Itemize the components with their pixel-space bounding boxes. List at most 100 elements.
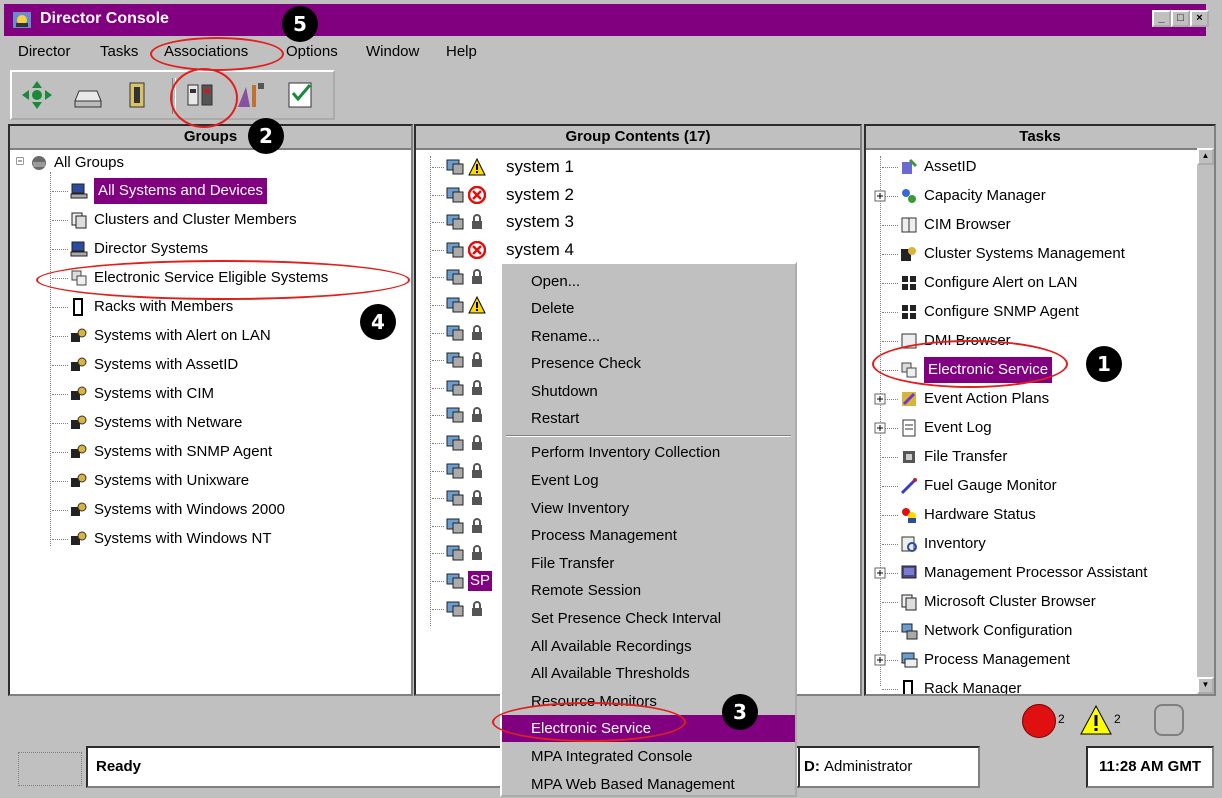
task-item-label: Electronic Service xyxy=(924,357,1053,383)
clock-time: 11:28 AM GMT xyxy=(1099,758,1201,775)
expand-plus-icon[interactable] xyxy=(874,422,886,434)
tree-connector xyxy=(52,452,68,453)
lock-icon xyxy=(472,517,482,533)
discover-icon[interactable] xyxy=(120,79,154,111)
menu-associations[interactable]: Associations xyxy=(164,43,248,60)
menu-separator xyxy=(506,435,791,438)
task-item-label: Inventory xyxy=(924,535,986,552)
expand-plus-icon[interactable] xyxy=(874,190,886,202)
context-menu-item-label: Process Management xyxy=(531,527,677,545)
tree-connector xyxy=(52,191,68,192)
scanner-icon[interactable] xyxy=(70,79,104,111)
expand-plus-icon[interactable] xyxy=(874,393,886,405)
critical-alert-icon[interactable] xyxy=(1022,704,1056,738)
context-menu-item[interactable]: Event Log xyxy=(502,467,795,494)
associations-icon[interactable] xyxy=(184,79,218,111)
system-row[interactable]: system 1 xyxy=(432,154,860,180)
server-icon xyxy=(446,159,464,175)
minimize-button[interactable]: _ xyxy=(1152,10,1171,27)
tree-connector xyxy=(432,608,444,610)
tree-connector xyxy=(52,423,68,424)
task-item-label: Management Processor Assistant xyxy=(924,564,1148,581)
system-row[interactable]: system 4 xyxy=(432,237,860,263)
error-icon xyxy=(468,185,486,204)
task-item-label: Rack Manager xyxy=(924,680,1022,696)
menu-tasks[interactable]: Tasks xyxy=(100,43,138,60)
context-menu-item[interactable]: Restart xyxy=(502,405,795,432)
message-alert-icon[interactable] xyxy=(1154,704,1184,736)
warning-alert-count: 2 xyxy=(1114,712,1121,726)
alert-on-lan-icon xyxy=(902,276,916,290)
rack-manager-icon xyxy=(903,680,913,694)
context-menu-item[interactable]: Open... xyxy=(502,268,795,295)
tree-connector xyxy=(882,341,898,342)
expand-plus-icon[interactable] xyxy=(874,654,886,666)
system-group-icon xyxy=(71,473,87,487)
warning-alert-icon[interactable] xyxy=(1080,704,1112,736)
context-menu-item[interactable]: Process Management xyxy=(502,522,795,549)
group-item-label: Director Systems xyxy=(94,240,209,257)
tree-connector xyxy=(432,360,444,362)
server-icon xyxy=(446,601,464,617)
user-field: D: Administrator xyxy=(798,746,980,788)
menu-director[interactable]: Director xyxy=(18,43,71,60)
tree-connector xyxy=(432,332,444,334)
director-app-icon xyxy=(13,12,31,28)
system-name: system 4 xyxy=(506,239,575,259)
context-menu-item[interactable]: Delete xyxy=(502,295,795,322)
system-row[interactable]: system 2 xyxy=(432,182,860,208)
server-icon xyxy=(446,352,464,368)
scroll-up-button[interactable]: ▲ xyxy=(1197,148,1214,165)
menu-options[interactable]: Options xyxy=(286,43,338,60)
tree-connector xyxy=(432,222,444,224)
context-menu-item[interactable]: Perform Inventory Collection xyxy=(502,439,795,466)
context-menu-item[interactable]: MPA Integrated Console xyxy=(502,743,795,770)
cluster-icon xyxy=(901,247,916,261)
tree-connector xyxy=(52,307,68,308)
context-menu-item[interactable]: Set Presence Check Interval xyxy=(502,605,795,632)
maximize-button[interactable]: □ xyxy=(1171,10,1190,27)
context-menu-item[interactable]: All Available Thresholds xyxy=(502,660,795,687)
context-menu-item[interactable]: File Transfer xyxy=(502,550,795,577)
collapse-minus-icon[interactable] xyxy=(16,157,28,169)
lock-icon xyxy=(472,600,482,616)
server-icon xyxy=(446,214,464,230)
title-bar[interactable]: Director Console _ □ × xyxy=(4,4,1209,36)
context-menu-item[interactable]: Remote Session xyxy=(502,577,795,604)
system-name: system 2 xyxy=(506,184,575,204)
lock-icon xyxy=(472,379,482,395)
tree-connector xyxy=(52,336,68,337)
move-arrows-icon[interactable] xyxy=(20,79,54,111)
system-group-icon xyxy=(71,386,87,400)
tree-connector xyxy=(432,443,444,444)
cluster-browser-icon xyxy=(901,594,917,611)
menu-window[interactable]: Window xyxy=(366,43,419,60)
context-menu-item[interactable]: Rename... xyxy=(502,323,795,350)
context-menu-item[interactable]: All Available Recordings xyxy=(502,633,795,660)
menu-bar: Director Tasks Associations Options Wind… xyxy=(4,38,1218,68)
context-menu-item-label: Resource Monitors xyxy=(531,692,657,710)
lock-icon xyxy=(472,352,482,368)
snmp-agent-icon xyxy=(902,305,916,319)
tasks-panel: Tasks AssetID Capacity Manager CIM Browser… xyxy=(864,124,1216,696)
context-menu-item-label: Shutdown xyxy=(531,382,598,400)
context-menu-item[interactable]: Presence Check xyxy=(502,350,795,377)
expand-plus-icon[interactable] xyxy=(874,567,886,579)
tasks-scrollbar[interactable]: ▲ ▼ xyxy=(1197,148,1214,694)
tools-icon[interactable] xyxy=(234,79,268,111)
system-row[interactable]: system 3 xyxy=(432,209,860,235)
close-button[interactable]: × xyxy=(1190,10,1209,27)
tree-connector xyxy=(432,553,444,555)
tree-connector xyxy=(52,481,68,482)
group-item-label: Systems with Windows 2000 xyxy=(94,501,285,518)
context-menu-item-label: Rename... xyxy=(531,327,601,345)
menu-help[interactable]: Help xyxy=(446,43,477,60)
tree-connector xyxy=(432,387,444,389)
tree-line xyxy=(50,172,51,546)
toolbar-separator xyxy=(172,78,176,114)
checklist-icon[interactable] xyxy=(284,79,318,111)
context-menu-item[interactable]: View Inventory xyxy=(502,495,795,522)
dmi-browser-icon xyxy=(901,333,917,349)
context-menu-item[interactable]: Shutdown xyxy=(502,378,795,405)
scroll-down-button[interactable]: ▼ xyxy=(1197,677,1214,694)
